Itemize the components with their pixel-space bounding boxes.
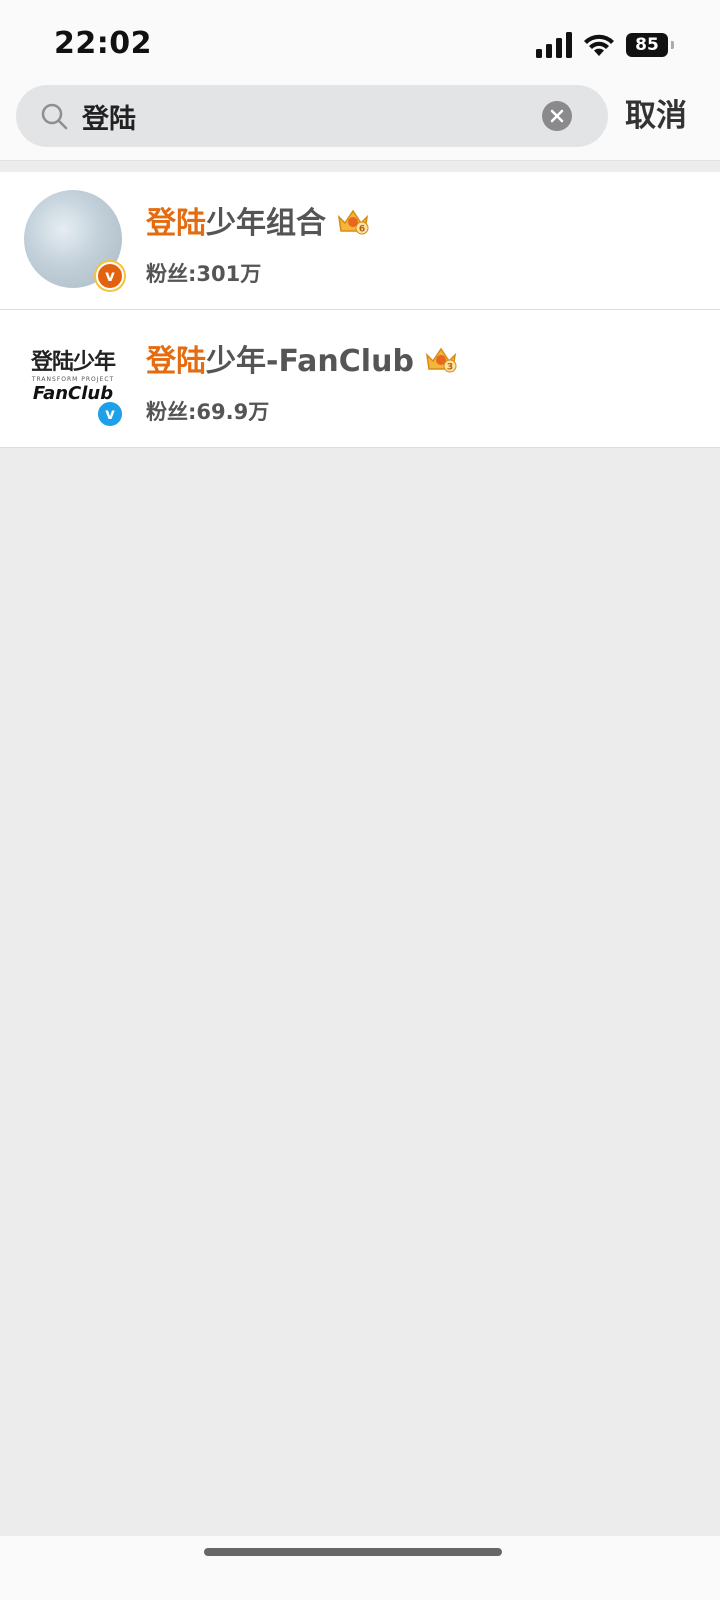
- battery-level: 85: [635, 35, 659, 55]
- search-results-list: v 登陆 少年组合 6 粉丝:301万 登陆少年 TRANSFORM PROJE…: [0, 172, 720, 448]
- battery-tip: [671, 41, 674, 49]
- name-rest: 少年-FanClub: [206, 344, 414, 379]
- wifi-icon: [584, 34, 614, 56]
- cellular-signal-icon: [536, 32, 572, 58]
- battery-indicator: 85: [626, 33, 674, 57]
- bottom-bar: [0, 1536, 720, 1600]
- result-name[interactable]: 登陆 少年组合 6: [146, 198, 370, 242]
- cancel-button[interactable]: 取消: [625, 95, 687, 137]
- verified-badge-icon: v: [96, 262, 124, 290]
- avatar-logo-en: FanClub: [32, 382, 114, 404]
- result-name[interactable]: 登陆 少年-FanClub 3: [146, 336, 458, 380]
- result-item[interactable]: 登陆少年 TRANSFORM PROJECT FanClub v 登陆 少年-F…: [0, 310, 720, 448]
- fans-count: 粉丝:69.9万: [146, 400, 270, 424]
- search-input[interactable]: [82, 85, 522, 147]
- avatar-logo-cn: 登陆少年: [30, 349, 116, 375]
- fans-count: 粉丝:301万: [146, 262, 262, 286]
- clear-search-button[interactable]: [542, 101, 572, 131]
- crown-level-number: 3: [447, 363, 453, 373]
- status-icons: 85: [536, 30, 674, 60]
- verified-badge-icon: v: [96, 400, 124, 428]
- search-icon: [41, 103, 68, 130]
- name-highlight: 登陆: [146, 206, 206, 241]
- crown-level-icon: 3: [425, 347, 457, 373]
- crown-level-number: 6: [359, 225, 365, 235]
- status-time: 22:02: [54, 26, 152, 61]
- home-indicator[interactable]: [204, 1548, 502, 1556]
- result-item[interactable]: v 登陆 少年组合 6 粉丝:301万: [0, 172, 720, 310]
- top-bar: 22:02 85 取消: [0, 0, 720, 161]
- close-icon: [550, 109, 564, 123]
- crown-level-icon: 6: [337, 209, 369, 235]
- name-rest: 少年组合: [206, 206, 326, 241]
- search-bar[interactable]: [16, 85, 608, 147]
- name-highlight: 登陆: [146, 344, 206, 379]
